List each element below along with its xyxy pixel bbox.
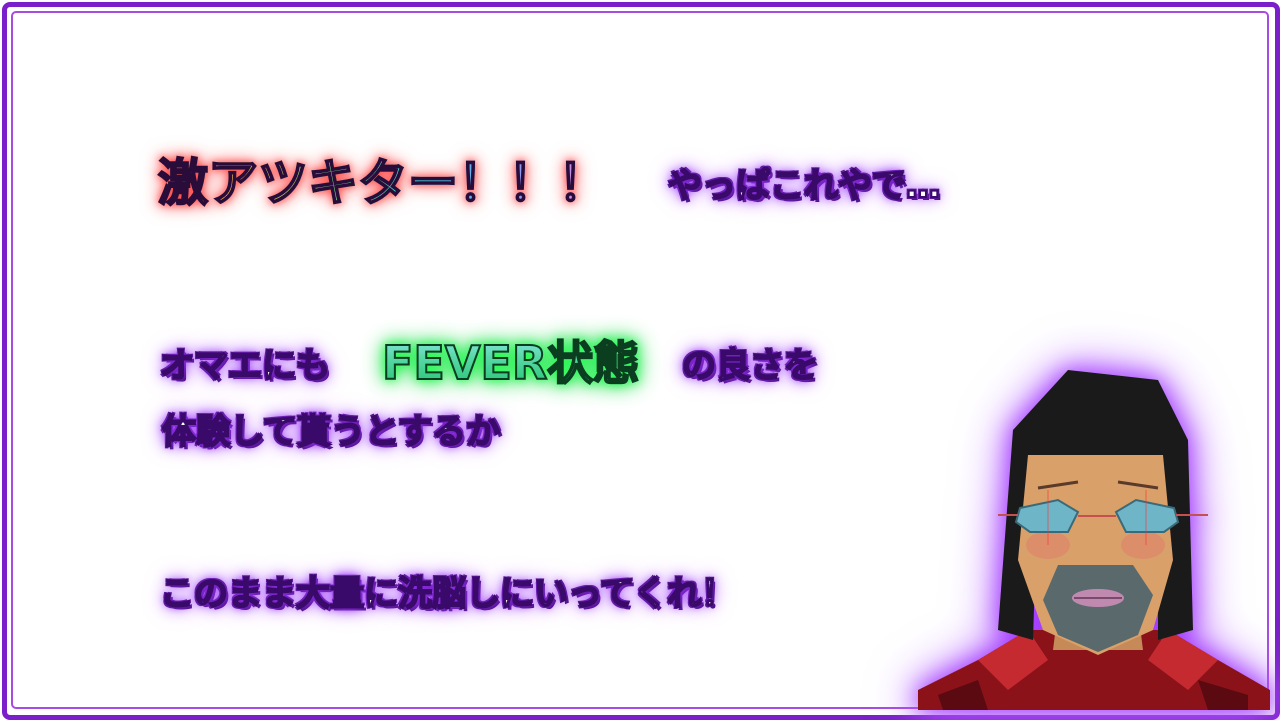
bearded-man-icon	[918, 370, 1270, 710]
line3-text: 体験して貰うとするか	[161, 411, 501, 453]
headline-subtext: やっぱこれやで…	[667, 165, 941, 207]
line4-text: このまま大量に洗脳しにいってくれ！	[159, 573, 736, 615]
character-portrait	[918, 360, 1270, 710]
headline-excited: 激アツキター！！！	[157, 143, 609, 215]
line2-suffix: の良さを	[681, 345, 819, 387]
fever-state-highlight: FEVER状態	[381, 327, 640, 393]
line2-prefix: オマエにも	[159, 345, 331, 387]
